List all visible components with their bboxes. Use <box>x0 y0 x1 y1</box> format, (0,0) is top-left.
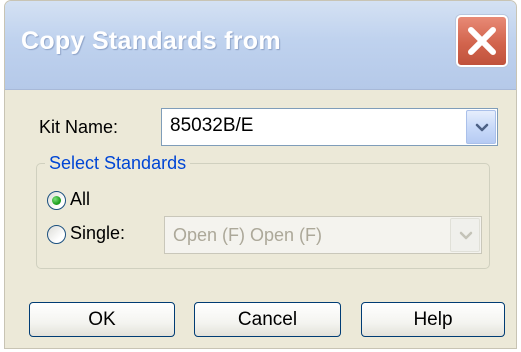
chevron-down-icon <box>475 123 489 132</box>
close-button[interactable] <box>456 15 508 67</box>
single-standard-value: Open (F) Open (F) <box>173 225 323 245</box>
kit-name-dropdown-button[interactable] <box>466 110 496 144</box>
radio-single[interactable] <box>47 225 66 244</box>
radio-selected-dot <box>52 196 61 205</box>
select-standards-legend: Select Standards <box>45 153 191 174</box>
single-standard-dropdown-button[interactable] <box>450 218 480 252</box>
title-bar[interactable]: Copy Standards from <box>5 1 516 90</box>
help-button[interactable]: Help <box>361 302 505 337</box>
cancel-button[interactable]: Cancel <box>194 302 341 337</box>
dialog-title: Copy Standards from <box>21 27 281 55</box>
radio-all[interactable] <box>47 191 66 210</box>
radio-single-label[interactable]: Single: <box>70 223 125 244</box>
single-standard-combo[interactable]: Open (F) Open (F) <box>164 216 482 254</box>
kit-name-combo[interactable]: 85032B/E <box>161 108 498 146</box>
kit-name-value: 85032B/E <box>170 115 254 136</box>
close-icon <box>468 27 496 55</box>
radio-all-label[interactable]: All <box>70 189 90 210</box>
kit-name-label: Kit Name: <box>39 117 119 137</box>
chevron-down-icon <box>459 231 473 240</box>
copy-standards-dialog: Copy Standards from Kit Name: 85032B/E S… <box>4 0 517 349</box>
ok-button[interactable]: OK <box>29 302 175 337</box>
